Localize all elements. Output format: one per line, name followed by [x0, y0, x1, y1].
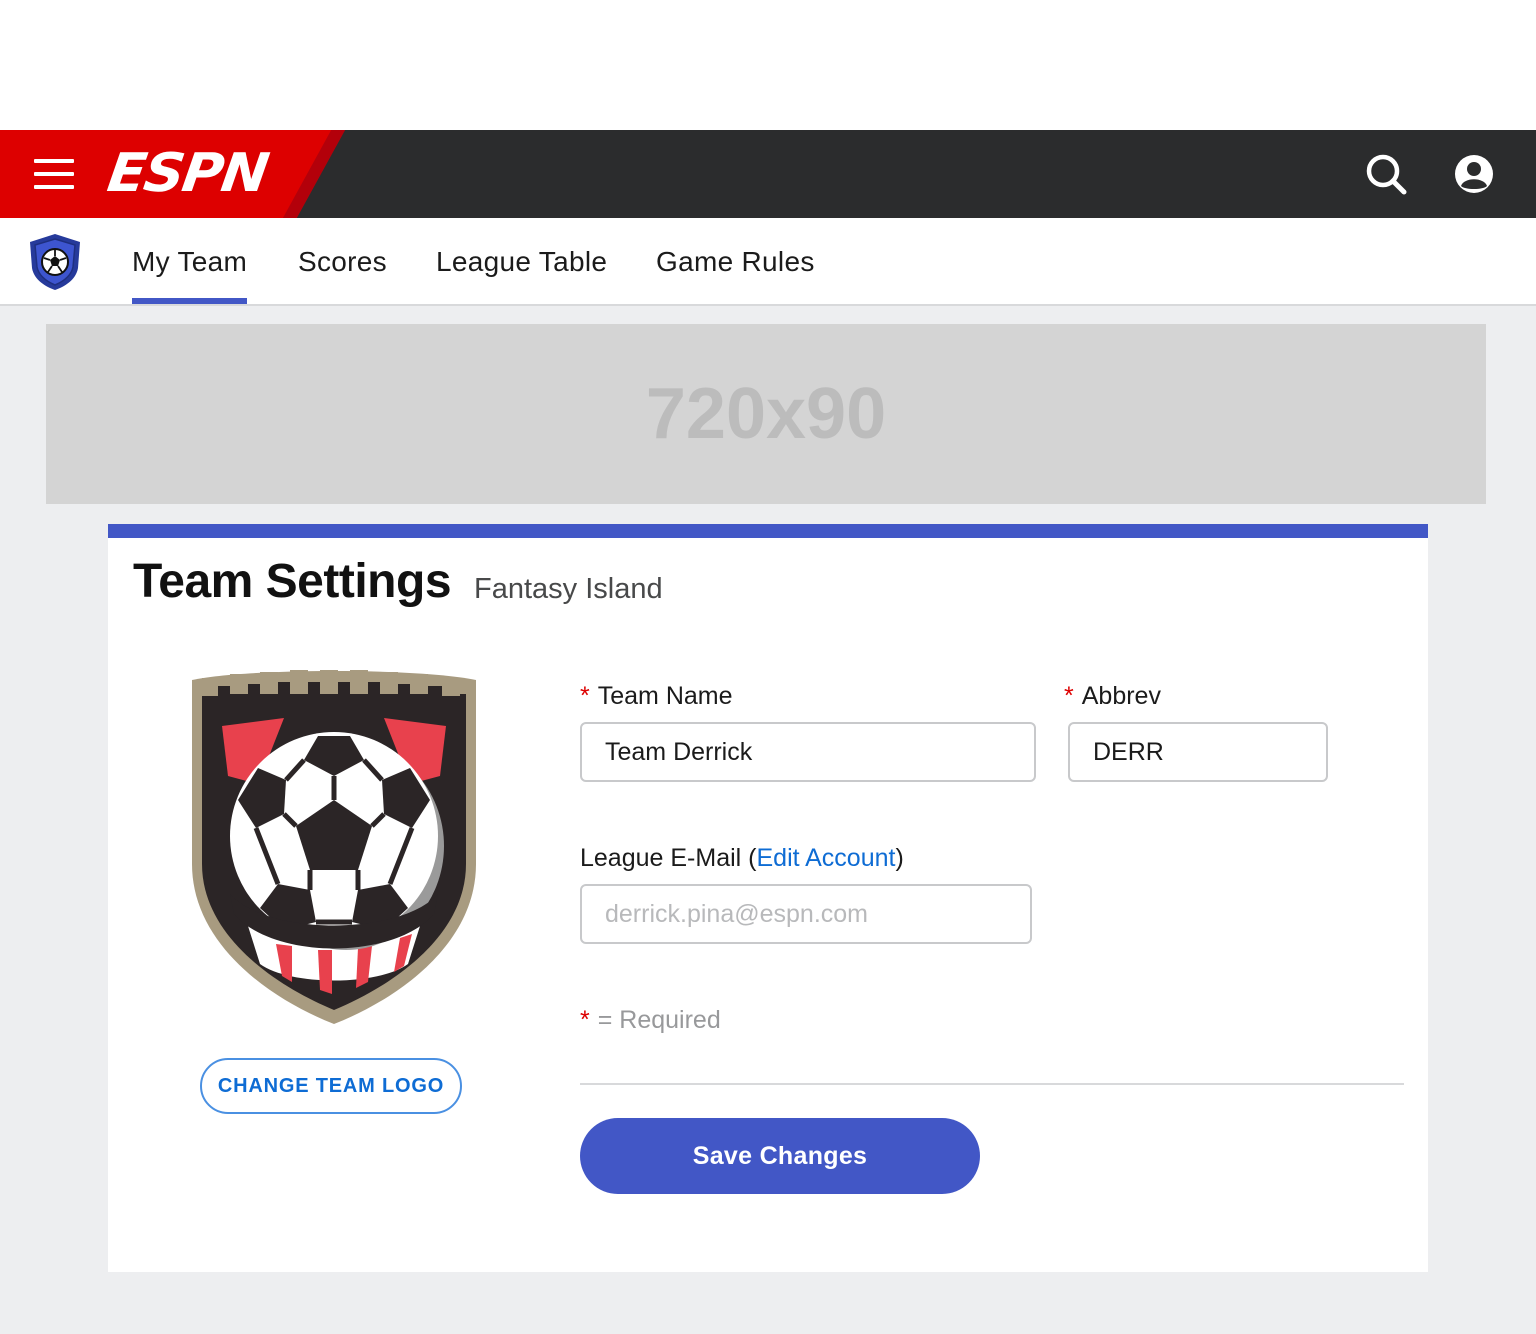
change-team-logo-button[interactable]: CHANGE TEAM LOGO: [200, 1058, 462, 1114]
abbrev-label: * Abbrev: [1064, 682, 1161, 710]
tab-league-table[interactable]: League Table: [436, 218, 607, 304]
ad-size-label: 720x90: [645, 374, 887, 454]
espn-header: ESPN: [0, 130, 1536, 218]
card-accent-bar: [108, 524, 1428, 538]
league-name: Fantasy Island: [474, 573, 663, 605]
required-asterisk: *: [580, 682, 590, 710]
tab-scores[interactable]: Scores: [298, 218, 387, 304]
ad-banner[interactable]: 720x90: [46, 324, 1486, 504]
team-name-input[interactable]: Team Derrick: [580, 722, 1036, 782]
sub-navigation: My Team Scores League Table Game Rules: [0, 218, 1536, 306]
top-blank-area: [0, 0, 1536, 130]
team-settings-card: Team Settings Fantasy Island CHANGE TEAM…: [108, 524, 1428, 1272]
tab-my-team[interactable]: My Team: [132, 218, 248, 304]
search-icon[interactable]: [1364, 152, 1408, 196]
edit-account-link[interactable]: Edit Account: [756, 844, 895, 872]
save-changes-button[interactable]: Save Changes: [580, 1118, 980, 1194]
league-email-field[interactable]: derrick.pina@espn.com: [580, 884, 1032, 944]
league-email-label: League E-Mail (Edit Account): [580, 844, 904, 872]
page-title: Team Settings: [133, 555, 452, 608]
form-divider: [580, 1083, 1404, 1085]
hamburger-menu-icon[interactable]: [34, 159, 74, 189]
espn-logo[interactable]: ESPN: [104, 143, 271, 205]
required-legend: * = Required: [580, 1006, 721, 1034]
user-profile-icon[interactable]: [1452, 152, 1496, 196]
tab-game-rules[interactable]: Game Rules: [656, 218, 815, 304]
required-asterisk: *: [1064, 682, 1074, 710]
soccer-shield-icon[interactable]: [24, 232, 86, 292]
team-crest-soccer-ball-icon: [192, 670, 476, 1024]
team-name-label: * Team Name: [580, 682, 733, 710]
abbrev-input[interactable]: DERR: [1068, 722, 1328, 782]
